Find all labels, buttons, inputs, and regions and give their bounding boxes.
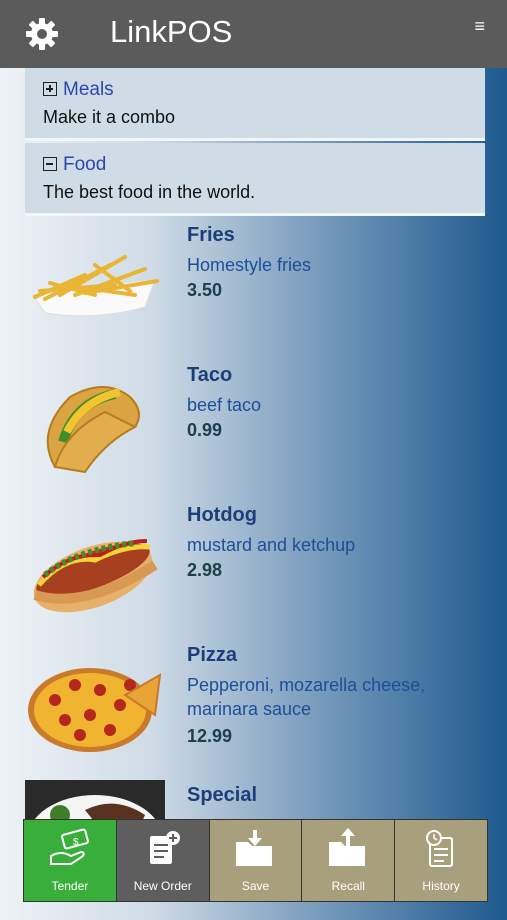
category-meals[interactable]: Meals Make it a combo xyxy=(25,68,485,141)
save-label: Save xyxy=(241,879,270,893)
app-title: LinkPOS xyxy=(110,14,233,49)
item-name: Taco xyxy=(187,364,233,386)
menu-item-hotdog[interactable]: Hotdog mustard and ketchup 2.98 xyxy=(0,500,507,640)
tender-button[interactable]: $ Tender xyxy=(24,820,117,901)
item-description: Homestyle fries xyxy=(187,255,312,275)
history-button[interactable]: History xyxy=(395,820,487,901)
menu-item-fries[interactable]: Fries Homestyle fries 3.50 xyxy=(0,220,507,360)
item-description: Pepperoni, mozarella cheese, marinara sa… xyxy=(187,675,426,719)
item-name: Special xyxy=(187,784,258,806)
svg-text:$: $ xyxy=(73,837,79,848)
tender-label: Tender xyxy=(51,879,89,893)
item-name: Fries xyxy=(187,224,235,246)
item-price: 2.98 xyxy=(187,560,223,580)
item-price: 12.99 xyxy=(187,726,233,746)
recall-label: Recall xyxy=(331,879,365,893)
pizza-image xyxy=(28,668,162,752)
category-name-food[interactable]: Food xyxy=(63,154,106,176)
hotdog-image xyxy=(33,539,158,613)
taco-image xyxy=(46,386,140,474)
item-price: 0.99 xyxy=(187,420,223,440)
expand-icon[interactable] xyxy=(43,82,57,96)
history-icon xyxy=(426,830,454,867)
category-desc-meals: Make it a combo xyxy=(43,107,176,127)
fries-image xyxy=(32,255,159,317)
collapse-icon[interactable] xyxy=(43,157,57,171)
category-food[interactable]: Food The best food in the world. xyxy=(25,143,485,216)
gear-icon[interactable] xyxy=(24,16,60,52)
history-label: History xyxy=(422,879,460,893)
item-price: 3.50 xyxy=(187,280,223,300)
app-header: LinkPOS ≡ xyxy=(0,0,507,68)
menu-item-taco[interactable]: Taco beef taco 0.99 xyxy=(0,360,507,500)
item-description: beef taco xyxy=(187,395,262,415)
new-order-button[interactable]: New Order xyxy=(116,820,210,901)
category-name-meals[interactable]: Meals xyxy=(63,79,114,101)
tender-icon: $ xyxy=(49,828,89,865)
item-name: Hotdog xyxy=(187,504,257,526)
recall-button[interactable]: Recall xyxy=(302,820,396,901)
menu-item-pizza[interactable]: Pizza Pepperoni, mozarella cheese, marin… xyxy=(0,640,507,780)
save-folder-icon xyxy=(236,830,273,866)
category-desc-food: The best food in the world. xyxy=(43,182,256,202)
item-description: mustard and ketchup xyxy=(187,535,356,555)
recall-folder-icon xyxy=(329,828,366,866)
save-button[interactable]: Save xyxy=(209,820,303,901)
new-order-icon xyxy=(149,831,180,864)
bottom-toolbar: $ Tender New Order Save Recall History xyxy=(23,819,488,902)
new-order-label: New Order xyxy=(133,879,192,893)
hamburger-icon[interactable]: ≡ xyxy=(474,16,485,37)
item-name: Pizza xyxy=(187,644,238,666)
